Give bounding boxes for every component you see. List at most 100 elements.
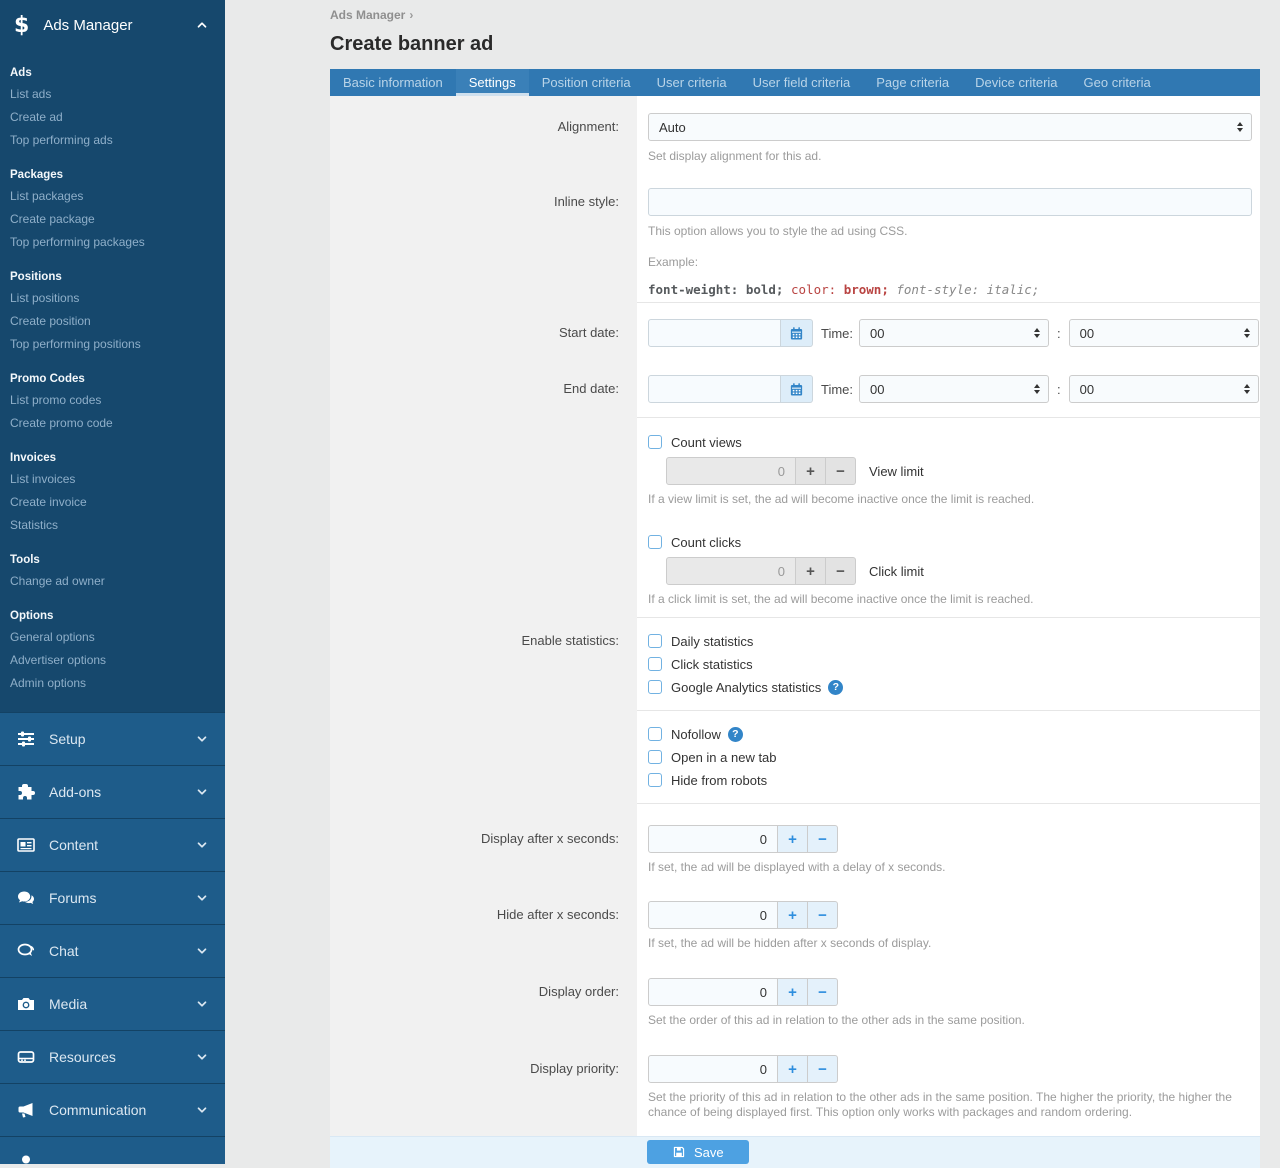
inline-style-input[interactable]: [648, 188, 1252, 216]
field-label: Start date:: [330, 303, 637, 347]
sidebar-item-list-positions[interactable]: List positions: [10, 287, 225, 310]
increment-button[interactable]: +: [778, 901, 808, 929]
display-order-input[interactable]: [648, 978, 778, 1006]
click-statistics-checkbox[interactable]: [648, 657, 662, 671]
code-segment: color:: [791, 282, 844, 297]
end-date-input[interactable]: [648, 375, 781, 403]
view-limit-input[interactable]: [666, 457, 796, 485]
increment-button[interactable]: +: [778, 978, 808, 1006]
sidebar-item-add-ons[interactable]: Add-ons: [0, 765, 225, 818]
sidebar-item-list-invoices[interactable]: List invoices: [10, 468, 225, 491]
breadcrumb-ads-manager[interactable]: Ads Manager: [330, 8, 405, 22]
increment-button[interactable]: +: [778, 825, 808, 853]
sidebar-item-top-performing-packages[interactable]: Top performing packages: [10, 231, 225, 254]
limit-label: Click limit: [869, 564, 924, 579]
section-title: Ads: [10, 63, 225, 83]
end-hour-select[interactable]: 00: [859, 375, 1049, 403]
display-after-stepper: + −: [648, 825, 838, 853]
sidebar-item-list-promo-codes[interactable]: List promo codes: [10, 389, 225, 412]
count-views-checkbox[interactable]: [648, 435, 662, 449]
view-limit-stepper: + −: [666, 457, 856, 485]
calendar-button[interactable]: [781, 319, 813, 347]
tab-geo-criteria[interactable]: Geo criteria: [1071, 69, 1164, 96]
time-colon: :: [1057, 326, 1061, 341]
sidebar-item-create-invoice[interactable]: Create invoice: [10, 491, 225, 514]
alignment-select[interactable]: Auto: [648, 113, 1252, 141]
sidebar-item-top-performing-ads[interactable]: Top performing ads: [10, 129, 225, 152]
nofollow-checkbox[interactable]: [648, 727, 662, 741]
decrement-button[interactable]: −: [808, 825, 838, 853]
count-clicks-checkbox[interactable]: [648, 535, 662, 549]
sidebar-item-partial[interactable]: [0, 1136, 225, 1164]
start-hour-select[interactable]: 00: [859, 319, 1049, 347]
field-help: This option allows you to style the ad u…: [648, 224, 1252, 239]
hide-after-input[interactable]: [648, 901, 778, 929]
sidebar-item-top-performing-positions[interactable]: Top performing positions: [10, 333, 225, 356]
checkbox-label: Count views: [671, 435, 742, 450]
sidebar-item-setup[interactable]: Setup: [0, 712, 225, 765]
decrement-button[interactable]: −: [808, 978, 838, 1006]
end-minute-select[interactable]: 00: [1069, 375, 1259, 403]
chevron-down-icon: [195, 732, 209, 746]
code-segment: font-weight: bold;: [648, 282, 791, 297]
page-title: Create banner ad: [330, 33, 1260, 56]
sidebar-item-list-packages[interactable]: List packages: [10, 185, 225, 208]
calendar-icon: [789, 382, 804, 397]
sidebar-item-create-promo-code[interactable]: Create promo code: [10, 412, 225, 435]
start-minute-select[interactable]: 00: [1069, 319, 1259, 347]
selected-value: 00: [870, 326, 1028, 341]
sidebar-item-create-ad[interactable]: Create ad: [10, 106, 225, 129]
tab-basic-information[interactable]: Basic information: [330, 69, 456, 96]
start-date-input[interactable]: [648, 319, 781, 347]
tab-settings[interactable]: Settings: [456, 69, 529, 96]
sidebar-header-ads-manager[interactable]: $ Ads Manager: [0, 0, 225, 50]
increment-button[interactable]: +: [796, 457, 826, 485]
sidebar-item-chat[interactable]: Chat: [0, 924, 225, 977]
tab-user-criteria[interactable]: User criteria: [644, 69, 740, 96]
increment-button[interactable]: +: [796, 557, 826, 585]
sidebar-item-media[interactable]: Media: [0, 977, 225, 1030]
google-analytics-statistics-checkbox[interactable]: [648, 680, 662, 694]
section-title: Packages: [10, 165, 225, 185]
sidebar-item-change-ad-owner[interactable]: Change ad owner: [10, 570, 225, 593]
menu-item-label: Content: [49, 837, 195, 853]
tab-position-criteria[interactable]: Position criteria: [529, 69, 644, 96]
calendar-button[interactable]: [781, 375, 813, 403]
breadcrumb[interactable]: Ads Manager›: [330, 0, 1260, 22]
click-limit-input[interactable]: [666, 557, 796, 585]
decrement-button[interactable]: −: [808, 1055, 838, 1083]
decrement-button[interactable]: −: [808, 901, 838, 929]
save-button[interactable]: Save: [647, 1140, 749, 1164]
field-help: Set display alignment for this ad.: [648, 149, 1252, 164]
help-question-icon[interactable]: ?: [728, 727, 743, 742]
display-priority-input[interactable]: [648, 1055, 778, 1083]
sidebar-item-list-ads[interactable]: List ads: [10, 83, 225, 106]
sidebar-item-communication[interactable]: Communication: [0, 1083, 225, 1136]
decrement-button[interactable]: −: [826, 557, 856, 585]
increment-button[interactable]: +: [778, 1055, 808, 1083]
sidebar-item-create-package[interactable]: Create package: [10, 208, 225, 231]
select-arrows-icon: [1237, 122, 1243, 132]
field-label: Display after x seconds:: [330, 804, 637, 875]
tab-device-criteria[interactable]: Device criteria: [962, 69, 1070, 96]
daily-statistics-checkbox[interactable]: [648, 634, 662, 648]
chevron-down-icon: [195, 997, 209, 1011]
decrement-button[interactable]: −: [826, 457, 856, 485]
display-after-input[interactable]: [648, 825, 778, 853]
help-question-icon[interactable]: ?: [828, 680, 843, 695]
sidebar-item-advertiser-options[interactable]: Advertiser options: [10, 649, 225, 672]
sidebar-item-resources[interactable]: Resources: [0, 1030, 225, 1083]
form-row-inline-style: Inline style: This option allows you to …: [330, 164, 1260, 303]
open-new-tab-checkbox[interactable]: [648, 750, 662, 764]
tab-page-criteria[interactable]: Page criteria: [863, 69, 962, 96]
chevron-down-icon: [195, 891, 209, 905]
sidebar-item-create-position[interactable]: Create position: [10, 310, 225, 333]
tab-user-field-criteria[interactable]: User field criteria: [740, 69, 864, 96]
sidebar-item-admin-options[interactable]: Admin options: [10, 672, 225, 695]
sidebar-item-statistics[interactable]: Statistics: [10, 514, 225, 537]
sidebar-item-general-options[interactable]: General options: [10, 626, 225, 649]
checkbox-label: Nofollow: [671, 727, 721, 742]
sidebar-item-content[interactable]: Content: [0, 818, 225, 871]
sidebar-item-forums[interactable]: Forums: [0, 871, 225, 924]
hide-from-robots-checkbox[interactable]: [648, 773, 662, 787]
